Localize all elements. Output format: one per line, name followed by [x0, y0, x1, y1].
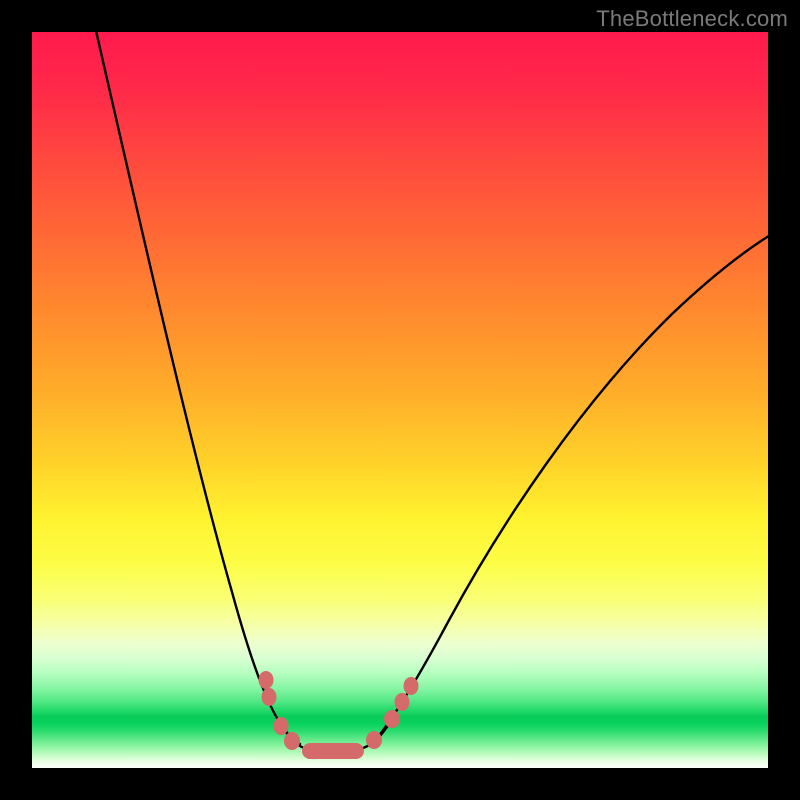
data-marker	[404, 677, 419, 695]
data-marker	[395, 693, 410, 711]
curve-left	[94, 32, 300, 744]
data-marker	[274, 717, 289, 735]
data-marker	[384, 710, 400, 728]
watermark-text: TheBottleneck.com	[596, 6, 788, 32]
plot-area	[32, 32, 768, 768]
marker-group	[259, 671, 419, 759]
data-marker	[259, 671, 274, 689]
curve-group	[94, 32, 768, 753]
outer-frame: TheBottleneck.com	[0, 0, 800, 800]
curve-right	[374, 234, 768, 742]
data-marker	[284, 732, 300, 750]
curve-layer	[32, 32, 768, 768]
data-marker	[262, 688, 277, 706]
data-marker	[302, 743, 364, 759]
data-marker	[366, 731, 382, 749]
